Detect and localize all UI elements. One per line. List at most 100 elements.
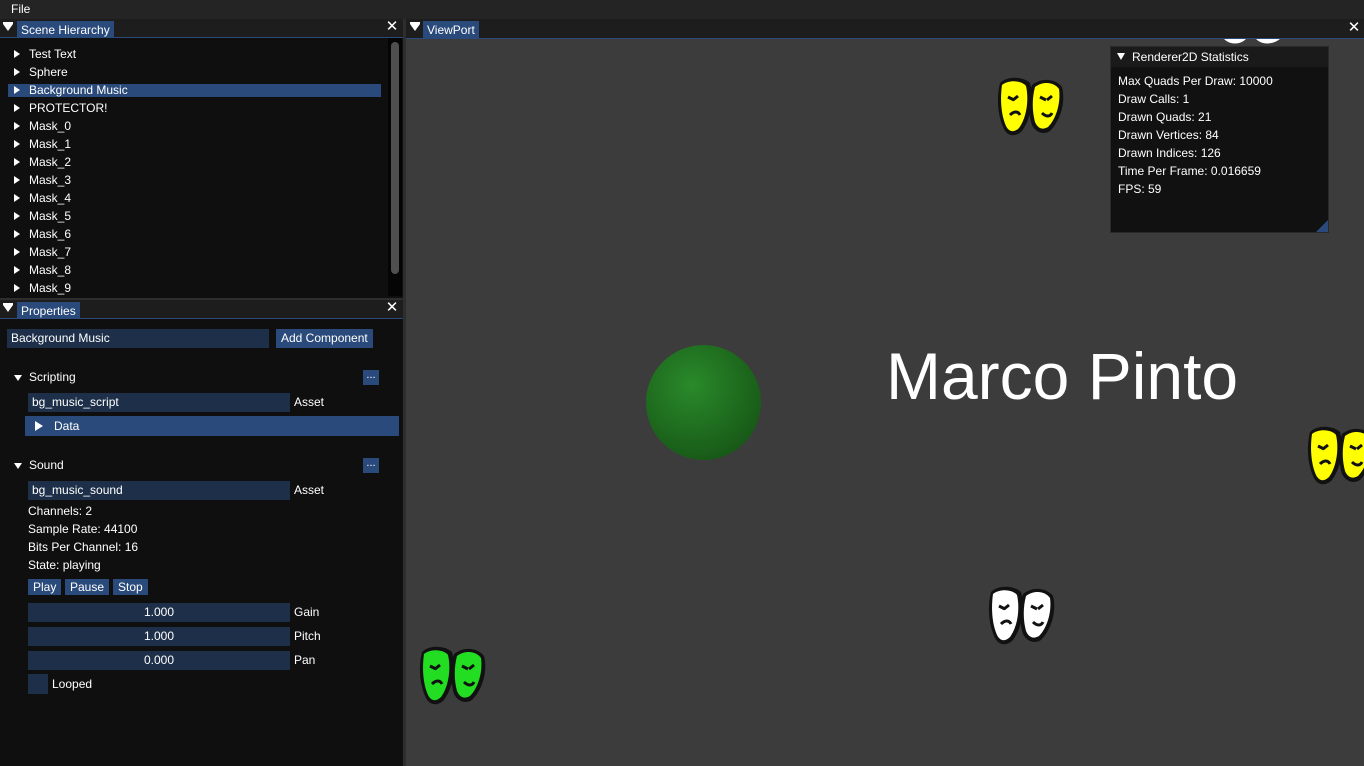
pause-button[interactable]: Pause <box>65 579 110 595</box>
hierarchy-item-label: Mask_1 <box>29 137 72 151</box>
expand-arrow-icon[interactable] <box>14 194 20 202</box>
sound-collapse-icon[interactable] <box>14 463 22 469</box>
expand-arrow-icon[interactable] <box>14 266 20 274</box>
tab-scene-hierarchy[interactable]: Scene Hierarchy <box>17 21 114 38</box>
expand-arrow-icon[interactable] <box>14 68 20 76</box>
stat-time-per-frame: Time Per Frame: 0.016659 <box>1118 164 1261 178</box>
script-asset-field[interactable]: bg_music_script <box>28 393 290 412</box>
sound-state: State: playing <box>28 558 101 572</box>
close-icon[interactable]: ✕ <box>1347 20 1361 35</box>
sound-more-button[interactable]: ... <box>363 458 379 473</box>
theater-mask-yellow-right <box>1307 426 1364 485</box>
hierarchy-item-label: Mask_5 <box>29 209 72 223</box>
hierarchy-item[interactable]: Test Text <box>8 47 381 61</box>
tab-properties[interactable]: Properties <box>17 302 80 319</box>
scene-sphere <box>646 345 761 460</box>
hierarchy-item[interactable]: PROTECTOR! <box>8 101 381 115</box>
renderer-stats-window[interactable]: Renderer2D Statistics Max Quads Per Draw… <box>1110 46 1329 233</box>
expand-arrow-icon[interactable] <box>14 50 20 58</box>
expand-arrow-icon[interactable] <box>14 212 20 220</box>
hierarchy-item[interactable]: Background Music <box>8 83 381 97</box>
stat-drawn-quads: Drawn Quads: 21 <box>1118 110 1212 124</box>
hierarchy-item-label: Mask_3 <box>29 173 72 187</box>
window-menu-icon[interactable] <box>3 303 13 312</box>
stat-draw-calls: Draw Calls: 1 <box>1118 92 1190 106</box>
close-icon[interactable]: ✕ <box>385 300 399 315</box>
resize-grip-icon[interactable] <box>1316 220 1328 232</box>
looped-checkbox[interactable] <box>28 674 48 694</box>
menu-bar: File <box>0 0 1364 19</box>
sound-sample-rate: Sample Rate: 44100 <box>28 522 138 536</box>
expand-arrow-icon[interactable] <box>14 86 20 94</box>
sound-asset-field[interactable]: bg_music_sound <box>28 481 290 500</box>
expand-arrow-icon <box>35 421 43 431</box>
menu-file[interactable]: File <box>11 2 30 16</box>
play-button[interactable]: Play <box>28 579 62 595</box>
stat-max-quads: Max Quads Per Draw: 10000 <box>1118 74 1273 88</box>
hierarchy-item[interactable]: Mask_3 <box>8 173 381 187</box>
hierarchy-item[interactable]: Mask_8 <box>8 263 381 277</box>
stat-drawn-indices: Drawn Indices: 126 <box>1118 146 1221 160</box>
expand-arrow-icon[interactable] <box>14 158 20 166</box>
hierarchy-scrollbar-thumb[interactable] <box>391 42 399 274</box>
theater-mask-green <box>419 646 486 705</box>
window-menu-icon[interactable] <box>410 22 420 31</box>
add-component-button[interactable]: Add Component <box>276 329 373 348</box>
theater-mask-yellow-top <box>997 77 1064 136</box>
window-menu-icon[interactable] <box>3 22 13 31</box>
script-data-tree-node[interactable]: Data <box>25 416 399 436</box>
sound-header[interactable]: Sound <box>29 458 64 472</box>
hierarchy-item[interactable]: Mask_0 <box>8 119 381 133</box>
stop-button[interactable]: Stop <box>113 579 148 595</box>
looped-label: Looped <box>52 677 93 691</box>
gain-label: Gain <box>294 605 320 619</box>
entity-name-input[interactable]: Background Music <box>7 329 269 348</box>
script-asset-label: Asset <box>294 395 325 409</box>
scene-text-marco-pinto: Marco Pinto <box>886 339 1239 413</box>
hierarchy-item[interactable]: Mask_5 <box>8 209 381 223</box>
hierarchy-item[interactable]: Mask_9 <box>8 281 381 295</box>
stat-fps: FPS: 59 <box>1118 182 1162 196</box>
hierarchy-item[interactable]: Mask_2 <box>8 155 381 169</box>
scripting-header[interactable]: Scripting <box>29 370 76 384</box>
hierarchy-item-label: Mask_7 <box>29 245 72 259</box>
renderer-stats-titlebar[interactable]: Renderer2D Statistics <box>1111 47 1328 67</box>
pan-label: Pan <box>294 653 316 667</box>
hierarchy-item-label: PROTECTOR! <box>29 101 108 115</box>
sound-channels: Channels: 2 <box>28 504 93 518</box>
sound-bits-per-channel: Bits Per Channel: 16 <box>28 540 139 554</box>
hierarchy-item-label: Mask_9 <box>29 281 72 295</box>
hierarchy-tabbar: Scene Hierarchy ✕ <box>0 19 403 38</box>
expand-arrow-icon[interactable] <box>14 248 20 256</box>
hierarchy-item-label: Mask_2 <box>29 155 72 169</box>
viewport-tabbar: ViewPort ✕ <box>406 19 1364 39</box>
tab-viewport[interactable]: ViewPort <box>423 21 479 39</box>
expand-arrow-icon[interactable] <box>14 104 20 112</box>
hierarchy-item[interactable]: Mask_1 <box>8 137 381 151</box>
scripting-collapse-icon[interactable] <box>14 375 22 381</box>
collapse-arrow-icon[interactable] <box>1117 53 1125 60</box>
hierarchy-item-label: Mask_8 <box>29 263 72 277</box>
viewport-panel: ViewPort ✕ <box>406 19 1364 39</box>
hierarchy-item[interactable]: Mask_4 <box>8 191 381 205</box>
renderer-stats-title: Renderer2D Statistics <box>1132 50 1249 64</box>
theater-mask-white <box>988 586 1055 645</box>
expand-arrow-icon[interactable] <box>14 230 20 238</box>
hierarchy-item[interactable]: Mask_7 <box>8 245 381 259</box>
hierarchy-item[interactable]: Sphere <box>8 65 381 79</box>
pitch-label: Pitch <box>294 629 321 643</box>
hierarchy-item-label: Mask_6 <box>29 227 72 241</box>
hierarchy-item-label: Test Text <box>29 47 77 61</box>
pitch-slider[interactable]: 1.000 <box>28 627 290 646</box>
expand-arrow-icon[interactable] <box>14 122 20 130</box>
hierarchy-item[interactable]: Mask_6 <box>8 227 381 241</box>
expand-arrow-icon[interactable] <box>14 284 20 292</box>
close-icon[interactable]: ✕ <box>385 19 399 34</box>
scripting-more-button[interactable]: ... <box>363 370 379 385</box>
pan-slider[interactable]: 0.000 <box>28 651 290 670</box>
gain-slider[interactable]: 1.000 <box>28 603 290 622</box>
script-data-label: Data <box>54 419 80 433</box>
hierarchy-item-label: Sphere <box>29 65 68 79</box>
expand-arrow-icon[interactable] <box>14 176 20 184</box>
expand-arrow-icon[interactable] <box>14 140 20 148</box>
